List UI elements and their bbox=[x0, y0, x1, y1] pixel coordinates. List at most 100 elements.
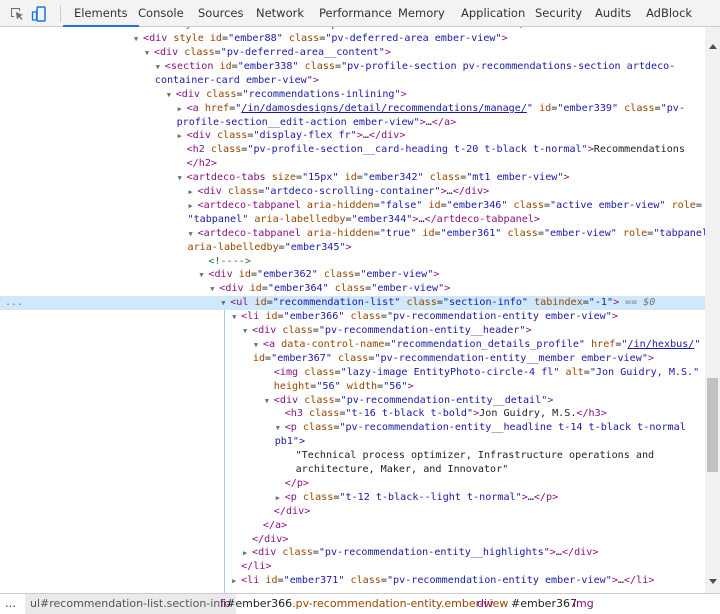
code-token: > bbox=[483, 186, 490, 197]
tab-console[interactable]: Console bbox=[137, 0, 185, 26]
code-token: > bbox=[450, 116, 457, 128]
dom-node-row[interactable]: ▼ <div class="pv-deferred-area__content"> bbox=[0, 46, 705, 60]
code-token: class bbox=[288, 33, 320, 45]
expand-triangle-open-icon[interactable]: ▼ bbox=[210, 282, 214, 296]
dom-node-row[interactable]: ▼ <p class="pv-recommendation-entity__hea… bbox=[0, 421, 705, 435]
code-token: <div bbox=[186, 130, 211, 142]
expand-triangle-open-icon[interactable]: ▼ bbox=[221, 296, 225, 310]
tab-adblock[interactable]: AdBlock bbox=[645, 0, 693, 26]
code-token: <li bbox=[241, 311, 260, 323]
code-token[interactable]: /in/damosdesigns/detail/recommendations/… bbox=[241, 103, 527, 114]
dom-node-row[interactable]: </a> bbox=[0, 519, 705, 533]
dom-node-row[interactable]: </h2> bbox=[0, 157, 705, 171]
expand-triangle-open-icon[interactable]: ▼ bbox=[134, 32, 138, 46]
breadcrumb-id: #ember366 bbox=[226, 597, 293, 610]
dom-node-row[interactable]: </div> bbox=[0, 533, 705, 547]
expand-triangle-closed-icon[interactable]: ▶ bbox=[178, 129, 182, 143]
node-markup: <div class="artdeco-scrolling-container"… bbox=[198, 185, 490, 199]
tab-elements[interactable]: Elements bbox=[63, 0, 139, 27]
tab-security[interactable]: Security bbox=[534, 0, 583, 26]
dom-node-row[interactable]: <h2 class="pv-profile-section__card-head… bbox=[0, 143, 705, 157]
dom-node-row[interactable]: ▶ <div class="pv-recommendation-entity__h… bbox=[0, 546, 705, 560]
dom-node-row[interactable]: ▶ <artdeco-tabpanel aria-hidden = "false" i… bbox=[0, 199, 705, 213]
tab-application[interactable]: Application bbox=[460, 0, 526, 26]
dom-node-row[interactable]: <!----> bbox=[0, 255, 705, 269]
expand-triangle-closed-icon[interactable]: ▶ bbox=[178, 102, 182, 116]
expand-triangle-closed-icon[interactable]: ▶ bbox=[189, 185, 193, 199]
node-markup: <!----> bbox=[208, 255, 251, 269]
dom-node-row[interactable]: </p> bbox=[0, 477, 705, 491]
dom-node-row[interactable]: ▼ <section id="ember338" class="pv-profil… bbox=[0, 60, 705, 74]
scrollbar-thumb[interactable] bbox=[707, 378, 718, 472]
breadcrumb-item[interactable]: img bbox=[568, 594, 599, 614]
expand-triangle-open-icon[interactable]: ▼ bbox=[189, 227, 193, 241]
dom-node-row[interactable]: profile-section__edit-action ember-view"… bbox=[0, 116, 705, 130]
dom-node-row[interactable]: ▼ <li id="ember366" class="pv-recommendat… bbox=[0, 310, 705, 324]
breadcrumb-item[interactable]: div bbox=[472, 594, 499, 614]
expand-triangle-open-icon[interactable]: ▼ bbox=[156, 60, 160, 74]
scroll-up-arrow-icon[interactable] bbox=[709, 44, 717, 49]
dom-node-row[interactable]: architecture, Maker, and Innovator" bbox=[0, 463, 705, 477]
expand-triangle-open-icon[interactable]: ▼ bbox=[265, 394, 269, 408]
dom-node-row[interactable]: aria-labelledby="ember345"> bbox=[0, 241, 705, 255]
dom-node-row[interactable]: ▼ <div id="ember362" class="ember-view"> bbox=[0, 268, 705, 282]
expand-triangle-open-icon[interactable]: ▼ bbox=[167, 88, 171, 102]
breadcrumb-more[interactable]: … bbox=[0, 594, 21, 614]
node-markup: id="ember367" class="pv-recommendation-e… bbox=[253, 352, 654, 366]
tab-performance[interactable]: Performance bbox=[318, 0, 393, 26]
dom-node-row[interactable]: container-card ember-view"> bbox=[0, 74, 705, 88]
code-token: "ember88" bbox=[228, 33, 283, 45]
code-token: </li bbox=[241, 561, 266, 573]
expand-triangle-open-icon[interactable]: ▼ bbox=[254, 338, 258, 352]
expand-triangle-closed-icon[interactable]: ▶ bbox=[276, 491, 280, 505]
tab-network[interactable]: Network bbox=[255, 0, 305, 26]
dom-node-row[interactable]: ▼ <div id="ember364" class="ember-view"> bbox=[0, 282, 705, 296]
dom-node-row[interactable]: id="ember367" class="pv-recommendation-e… bbox=[0, 352, 705, 366]
breadcrumb-item[interactable]: ul#recommendation-list.section-info bbox=[25, 594, 236, 614]
dom-node-row[interactable]: ▼ <artdeco-tabpanel aria-hidden="true" id… bbox=[0, 227, 706, 241]
expand-triangle-closed-icon[interactable]: ▶ bbox=[232, 574, 236, 588]
expand-triangle-open-icon[interactable]: ▼ bbox=[145, 46, 149, 60]
breadcrumb-item[interactable]: li#ember366.pv-recommendation-entity.emb… bbox=[215, 594, 513, 614]
dom-node-row[interactable]: ▼ <div class="pv-recommendation-entity__d… bbox=[0, 394, 705, 408]
expand-triangle-open-icon[interactable]: ▼ bbox=[232, 310, 236, 324]
code-token: "pv-recommendation-entity ember-view" bbox=[386, 311, 612, 323]
code-token[interactable]: /in/hexbus/ bbox=[628, 339, 695, 350]
tab-memory[interactable]: Memory bbox=[397, 0, 446, 26]
node-markup: </div> bbox=[274, 505, 310, 519]
node-menu-ellipsis[interactable]: ... bbox=[5, 296, 23, 310]
dom-node-row[interactable]: <h3 class="t-16 t-black t-bold">Jon Guid… bbox=[0, 407, 705, 421]
selected-dom-node-row[interactable]: ... ▼ <ul id="recommendation-list" class="… bbox=[0, 296, 705, 311]
dom-node-row[interactable]: ▼ <div class="recommendations-inlining"> bbox=[0, 88, 705, 102]
dom-node-row[interactable]: </div> bbox=[0, 505, 705, 519]
dom-node-row[interactable]: ▶ <div class="display-flex fr">…</div> bbox=[0, 129, 705, 143]
vertical-scrollbar[interactable] bbox=[705, 27, 720, 593]
dom-node-row[interactable]: pb1"> bbox=[0, 435, 705, 449]
dom-node-row[interactable]: ▶ <p class="t-12 t-black--light t-normal"… bbox=[0, 491, 705, 505]
elements-tree[interactable]: ▶<div style id="ember87" class="pv-defer… bbox=[0, 27, 705, 593]
expand-triangle-closed-icon[interactable]: ▶ bbox=[189, 199, 193, 213]
dom-node-row[interactable]: ▼ <div style id="ember88" class="pv-defer… bbox=[0, 32, 705, 46]
dom-node-row[interactable]: </li> bbox=[0, 560, 705, 574]
dom-node-row[interactable]: "Technical process optimizer, Infrastruc… bbox=[0, 449, 705, 463]
dom-node-row[interactable]: ▼ <artdeco-tabs size="15px" id="ember342"… bbox=[0, 171, 705, 185]
expand-triangle-open-icon[interactable]: ▼ bbox=[243, 324, 247, 338]
scroll-down-arrow-icon[interactable] bbox=[709, 579, 717, 584]
tab-audits[interactable]: Audits bbox=[594, 0, 632, 26]
tab-sources[interactable]: Sources bbox=[197, 0, 245, 26]
dom-node-row[interactable]: ▶ <a href="/in/damosdesigns/detail/recomm… bbox=[0, 102, 705, 116]
expand-triangle-open-icon[interactable]: ▼ bbox=[199, 268, 203, 282]
device-toolbar-icon[interactable] bbox=[31, 6, 47, 22]
dom-node-row[interactable]: ▼ <div class="pv-recommendation-entity__h… bbox=[0, 324, 705, 338]
expand-triangle-closed-icon[interactable]: ▶ bbox=[243, 546, 247, 560]
dom-node-row[interactable]: "tabpanel" aria-labelledby="ember344">…<… bbox=[0, 213, 705, 227]
code-token: id bbox=[252, 352, 266, 364]
dom-node-row[interactable]: ▶ <div class="artdeco-scrolling-container… bbox=[0, 185, 705, 199]
dom-node-row[interactable]: height="56" width="56"> bbox=[0, 380, 705, 394]
expand-triangle-open-icon[interactable]: ▼ bbox=[178, 171, 182, 185]
dom-node-row[interactable]: ▶ <li id="ember371" class="pv-recommendat… bbox=[0, 574, 705, 588]
inspect-element-icon[interactable] bbox=[9, 6, 25, 22]
dom-node-row[interactable]: ▼ <a data-control-name="recommendation_de… bbox=[0, 338, 705, 352]
expand-triangle-open-icon[interactable]: ▼ bbox=[276, 421, 280, 435]
dom-node-row[interactable]: <img class="lazy-image EntityPhoto-circl… bbox=[0, 366, 705, 380]
